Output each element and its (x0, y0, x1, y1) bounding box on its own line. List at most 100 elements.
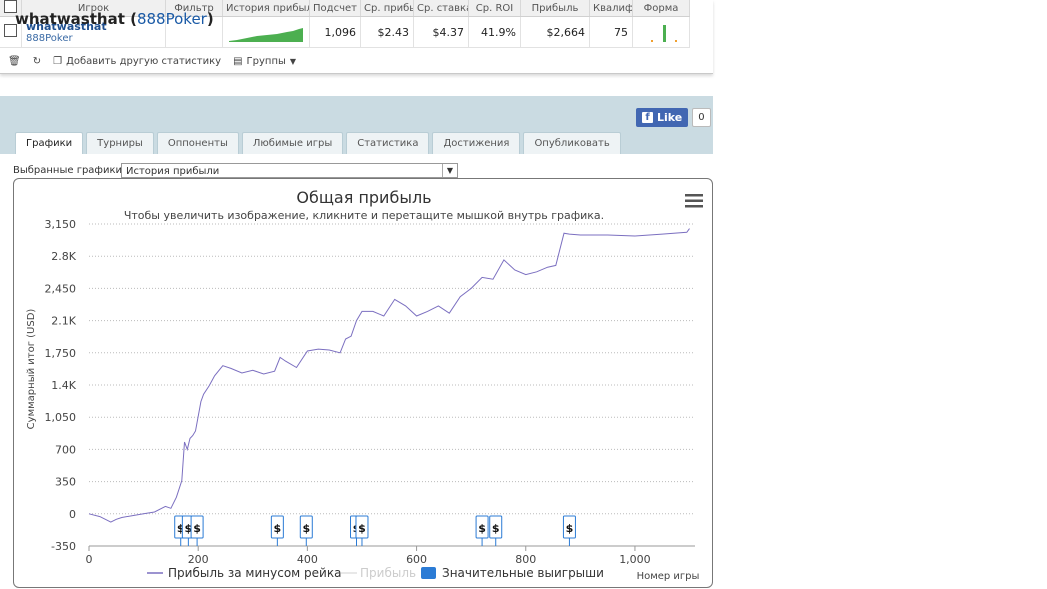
menu-icon[interactable] (685, 194, 703, 208)
svg-text:$: $ (492, 522, 500, 535)
big-win-flag[interactable]: $ (475, 515, 489, 546)
facebook-icon: f (642, 112, 653, 123)
x-tick-label: 1,000 (619, 553, 651, 566)
form-bar-small (651, 39, 653, 42)
chart-title: Общая прибыль (296, 188, 431, 207)
big-win-flag[interactable]: $ (355, 515, 369, 546)
chart-container[interactable]: Общая прибыль Чтобы увеличить изображени… (13, 178, 713, 588)
x-tick-label: 800 (515, 553, 536, 566)
y-tick-label: 350 (55, 476, 76, 489)
col-header-count[interactable]: Подсчет (309, 0, 361, 17)
y-tick-label: 700 (55, 443, 76, 456)
player-tabs: Графики Турниры Оппоненты Любимые игры С… (15, 132, 621, 154)
y-tick-labels: 3,150 2.8K 2,450 2.1K 1,750 1.4K 1,050 700 350 0 -… (45, 218, 77, 553)
chevron-down-icon: ▼ (289, 57, 297, 66)
stats-toolbar: 🗑 ↻ ❐ Добавить другую статистику ▤ Групп… (8, 56, 296, 67)
big-win-flag[interactable]: $ (190, 515, 204, 546)
player-site-link[interactable]: 888Poker (26, 33, 161, 44)
svg-text:$: $ (193, 522, 201, 535)
y-axis-title: Суммарный итог (USD) (26, 309, 37, 430)
refresh-icon[interactable]: ↻ (33, 56, 41, 67)
y-tick-label: 2.1K (51, 315, 76, 328)
player-title: whatwasthat (888Poker) (15, 10, 214, 28)
add-stats-button[interactable]: ❐ Добавить другую статистику (53, 56, 221, 67)
avg-stake-cell: $4.37 (413, 16, 469, 48)
window-icon: ❐ (53, 56, 63, 67)
big-win-flag[interactable]: $ (299, 515, 313, 546)
groups-dropdown[interactable]: ▤ Группы ▼ (233, 56, 296, 67)
groups-icon: ▤ (233, 56, 243, 67)
groups-label: Группы (246, 56, 286, 67)
col-header-avg-profit[interactable]: Ср. прибыль (360, 0, 414, 17)
col-header-form[interactable]: Форма (632, 0, 690, 17)
y-tick-label: 1,750 (45, 347, 77, 360)
facebook-like: f Like 0 (636, 108, 711, 127)
profit-cell: $2,664 (520, 16, 590, 48)
charts-selector-label: Выбранные графики: (13, 165, 126, 176)
tab-statistics[interactable]: Статистика (346, 132, 430, 154)
charts-select[interactable]: История прибыли ▼ (121, 163, 458, 178)
tab-tournaments[interactable]: Турниры (86, 132, 154, 154)
big-win-flag[interactable]: $ (489, 515, 503, 546)
form-bar-tall (663, 24, 666, 42)
y-tick-label: 1.4K (51, 379, 76, 392)
col-header-qualif[interactable]: Квалиф. (589, 0, 633, 17)
tab-opponents[interactable]: Оппоненты (156, 132, 239, 154)
tab-charts[interactable]: Графики (15, 132, 84, 154)
charts-select-value: История прибыли (126, 166, 220, 177)
big-win-flag[interactable]: $ (562, 515, 576, 546)
x-axis-title: Номер игры (637, 571, 700, 582)
big-win-flag[interactable]: $ (270, 515, 284, 546)
x-tick-label: 200 (188, 553, 209, 566)
like-label: Like (657, 111, 683, 124)
series-line-net-profit (88, 228, 690, 523)
x-tick-label: 600 (406, 553, 427, 566)
y-tick-label: 2.8K (51, 250, 76, 263)
y-tick-label: 2,450 (45, 282, 77, 295)
tab-achievements[interactable]: Достижения (432, 132, 521, 154)
col-header-avg-roi[interactable]: Ср. ROI (468, 0, 521, 17)
svg-text:$: $ (358, 522, 366, 535)
svg-text:$: $ (478, 522, 486, 535)
svg-text:$: $ (302, 522, 310, 535)
profit-chart[interactable]: Общая прибыль Чтобы увеличить изображени… (14, 179, 714, 589)
y-tick-label: 0 (69, 508, 76, 521)
player-title-name: whatwasthat (15, 10, 125, 28)
x-tick-label: 0 (86, 553, 93, 566)
tab-favorite-games[interactable]: Любимые игры (241, 132, 344, 154)
trash-icon[interactable]: 🗑 (8, 56, 21, 67)
chart-subtitle: Чтобы увеличить изображение, кликните и … (124, 209, 604, 222)
legend-label-big-wins[interactable]: Значительные выигрыши (442, 566, 604, 580)
avg-roi-cell: 41.9% (468, 16, 521, 48)
y-tick-label: 1,050 (45, 411, 77, 424)
like-count: 0 (692, 108, 711, 127)
y-tick-label: 3,150 (45, 218, 77, 231)
col-header-history[interactable]: История прибыли (222, 0, 310, 17)
chevron-down-icon[interactable]: ▼ (442, 164, 457, 177)
tab-publish[interactable]: Опубликовать (523, 132, 621, 154)
count-cell: 1,096 (309, 16, 361, 48)
form-bars (651, 24, 677, 42)
like-button[interactable]: f Like (636, 108, 689, 127)
legend-label-profit[interactable]: Прибыль (360, 566, 416, 580)
grid-layer (89, 223, 695, 547)
y-tick-label: -350 (51, 540, 76, 553)
col-header-avg-stake[interactable]: Ср. ставка (413, 0, 469, 17)
col-header-profit[interactable]: Прибыль (520, 0, 590, 17)
x-tick-labels: 0 200 400 600 800 1,000 (86, 546, 651, 566)
svg-text:$: $ (274, 522, 282, 535)
history-sparkline-cell (222, 16, 310, 48)
player-title-site[interactable]: 888Poker (137, 10, 207, 28)
form-cell (632, 16, 690, 48)
avg-profit-cell: $2.43 (360, 16, 414, 48)
legend-label-net-profit[interactable]: Прибыль за минусом рейка (168, 566, 341, 580)
qualif-cell: 75 (589, 16, 633, 48)
chart-legend: Прибыль за минусом рейка Прибыль Значите… (147, 566, 604, 580)
big-win-flags: $$$$$$$$$$ (174, 515, 576, 546)
sparkline-area (229, 27, 303, 42)
svg-text:$: $ (566, 522, 574, 535)
profit-sparkline (229, 27, 303, 42)
form-bar-small (675, 39, 677, 42)
x-tick-label: 400 (297, 553, 318, 566)
add-stats-label: Добавить другую статистику (66, 56, 222, 67)
